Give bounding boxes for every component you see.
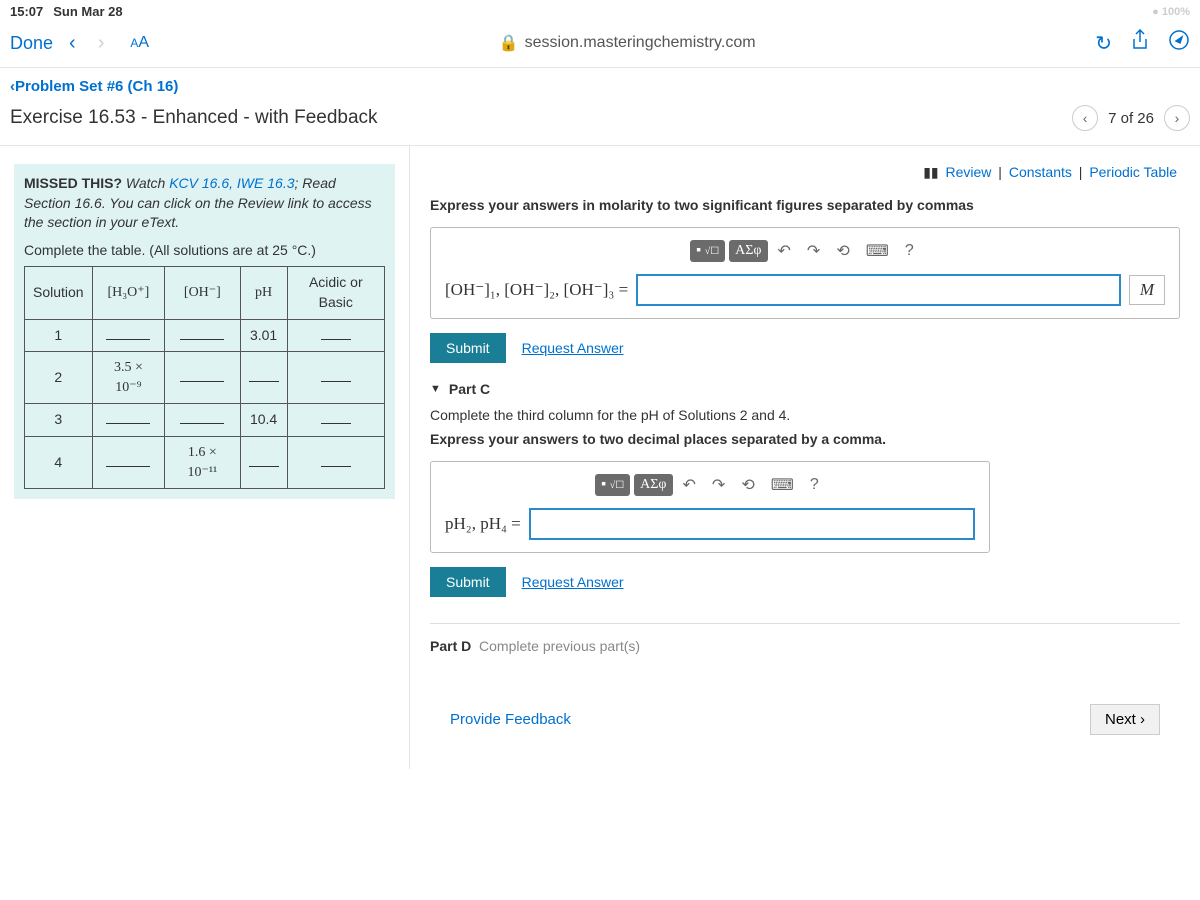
reset-icon[interactable]: ⟲ [830, 241, 855, 261]
help-icon[interactable]: ? [804, 476, 825, 494]
part-c-label: pH₂, pH₄ = [445, 514, 521, 534]
url-text: session.masteringchemistry.com [525, 34, 756, 52]
part-b-submit-button[interactable]: Submit [430, 333, 506, 363]
next-button[interactable]: Next › [1090, 704, 1160, 735]
exercise-header: Exercise 16.53 - Enhanced - with Feedbac… [0, 95, 1200, 146]
pager-text: 7 of 26 [1108, 110, 1154, 127]
keyboard-icon[interactable]: ⌨ [860, 241, 895, 261]
part-c-submit-button[interactable]: Submit [430, 567, 506, 597]
reload-icon[interactable]: ↻ [1095, 31, 1112, 56]
back-chevron-icon[interactable]: ‹ [63, 32, 82, 55]
collapse-icon: ▼ [430, 383, 441, 395]
part-c-answer-box: ▪ √☐ ΑΣφ ↶ ↷ ⟲ ⌨ ? pH₂, pH₄ = [430, 461, 990, 553]
part-c-line1: Complete the third column for the pH of … [430, 407, 1180, 423]
done-button[interactable]: Done [10, 33, 53, 54]
periodic-table-link[interactable]: Periodic Table [1086, 164, 1180, 180]
data-table: Solution [H₃O⁺] [OH⁻] pH Acidic or Basic… [24, 266, 385, 489]
table-row: 310.4 [25, 404, 385, 437]
lock-icon: 🔒 [499, 33, 519, 53]
template-button[interactable]: ▪ √☐ [690, 240, 725, 262]
forward-chevron-icon: › [92, 32, 111, 55]
review-link[interactable]: Review [943, 164, 995, 180]
next-problem-button[interactable]: › [1164, 105, 1190, 131]
redo-icon[interactable]: ↷ [801, 241, 826, 261]
resource-links: ▮▮ Review | Constants | Periodic Table [430, 160, 1180, 191]
reset-icon[interactable]: ⟲ [735, 475, 760, 495]
problem-set-back-link[interactable]: ‹Problem Set #6 (Ch 16) [10, 78, 178, 95]
undo-icon[interactable]: ↶ [677, 475, 702, 495]
pager: ‹ 7 of 26 › [1072, 105, 1190, 131]
redo-icon[interactable]: ↷ [706, 475, 731, 495]
share-icon[interactable] [1130, 29, 1150, 57]
text-size-button[interactable]: AA [120, 34, 159, 52]
status-battery: ● 100% [1152, 6, 1190, 18]
kcv-link[interactable]: KCV 16.6, IWE 16.3 [169, 175, 294, 191]
part-c-line2: Express your answers to two decimal plac… [430, 431, 1180, 447]
browser-toolbar: Done ‹ › AA 🔒 session.masteringchemistry… [0, 23, 1200, 68]
status-time: 15:07 [10, 4, 43, 19]
part-d-header: Part D Complete previous part(s) [430, 638, 1180, 654]
part-b-prompt: Express your answers in molarity to two … [430, 197, 1180, 213]
unit-label: M [1129, 275, 1165, 305]
table-row: 41.6 × 10⁻¹¹ [25, 436, 385, 488]
help-icon[interactable]: ? [899, 242, 920, 260]
equation-toolbar-c: ▪ √☐ ΑΣφ ↶ ↷ ⟲ ⌨ ? [445, 474, 975, 496]
keyboard-icon[interactable]: ⌨ [765, 475, 800, 495]
greek-button[interactable]: ΑΣφ [634, 474, 672, 496]
part-b-input[interactable] [636, 274, 1121, 306]
ios-status-bar: 15:07 Sun Mar 28 ● 100% [0, 0, 1200, 23]
missed-hint-box: MISSED THIS? Watch KCV 16.6, IWE 16.3; R… [14, 164, 395, 499]
greek-button[interactable]: ΑΣφ [729, 240, 767, 262]
compass-icon[interactable] [1168, 29, 1190, 57]
table-row: 13.01 [25, 319, 385, 352]
instruction-text: Complete the table. (All solutions are a… [24, 241, 385, 261]
part-c-header[interactable]: ▼ Part C [430, 381, 1180, 397]
part-b-request-answer-link[interactable]: Request Answer [522, 340, 624, 356]
part-b-answer-box: ▪ √☐ ΑΣφ ↶ ↷ ⟲ ⌨ ? [OH⁻]₁, [OH⁻]₂, [OH⁻]… [430, 227, 1180, 319]
exercise-title: Exercise 16.53 - Enhanced - with Feedbac… [10, 107, 378, 129]
problem-sidebar: MISSED THIS? Watch KCV 16.6, IWE 16.3; R… [0, 146, 410, 769]
part-b-label: [OH⁻]₁, [OH⁻]₂, [OH⁻]₃ = [445, 280, 628, 300]
book-icon: ▮▮ [923, 164, 938, 180]
prev-problem-button[interactable]: ‹ [1072, 105, 1098, 131]
table-row: 23.5 × 10⁻⁹ [25, 352, 385, 404]
undo-icon[interactable]: ↶ [772, 241, 797, 261]
answer-area: ▮▮ Review | Constants | Periodic Table E… [410, 146, 1200, 769]
template-button[interactable]: ▪ √☐ [595, 474, 630, 496]
part-c-input[interactable] [529, 508, 975, 540]
constants-link[interactable]: Constants [1006, 164, 1075, 180]
status-date: Sun Mar 28 [53, 4, 122, 19]
part-c-request-answer-link[interactable]: Request Answer [522, 574, 624, 590]
url-display[interactable]: 🔒 session.masteringchemistry.com [169, 33, 1085, 53]
provide-feedback-link[interactable]: Provide Feedback [450, 711, 571, 728]
equation-toolbar: ▪ √☐ ΑΣφ ↶ ↷ ⟲ ⌨ ? [445, 240, 1165, 262]
breadcrumb: ‹Problem Set #6 (Ch 16) [0, 68, 1200, 95]
